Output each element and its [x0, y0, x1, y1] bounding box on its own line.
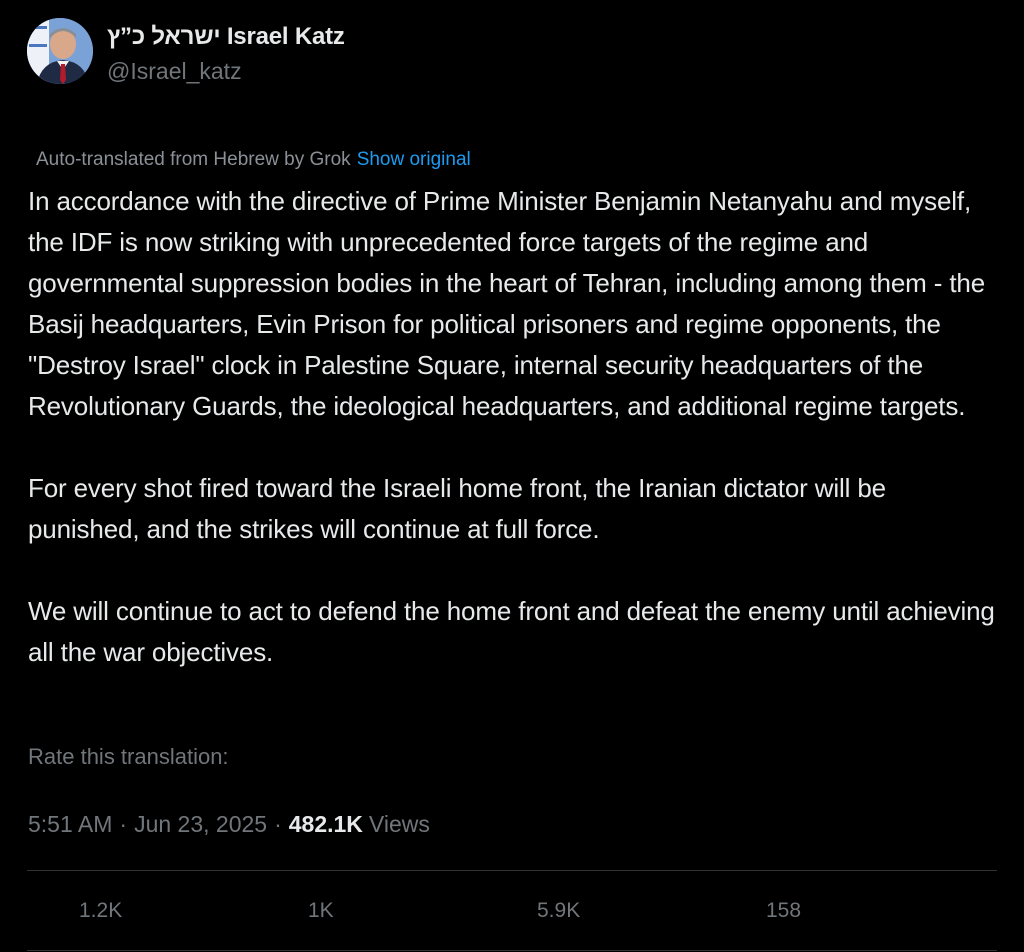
reply-count: 1.2K	[79, 898, 123, 922]
avatar-image	[27, 18, 93, 84]
tweet-date[interactable]: Jun 23, 2025	[134, 811, 267, 837]
translation-note-text: Auto-translated from Hebrew by Grok	[36, 149, 351, 170]
show-original-link[interactable]: Show original	[357, 149, 471, 170]
tweet-time[interactable]: 5:51 AM	[28, 811, 112, 837]
views-label: Views	[368, 811, 430, 837]
tweet-header: ישראל כ”ץ Israel Katz @Israel_katz	[27, 18, 345, 90]
tweet-paragraph: For every shot fired toward the Israeli …	[28, 473, 886, 544]
repost-count: 1K	[308, 898, 334, 922]
like-count: 5.9K	[537, 898, 581, 922]
author-info: ישראל כ”ץ Israel Katz @Israel_katz	[107, 18, 345, 86]
bookmark-button[interactable]: 158	[766, 871, 801, 950]
tweet: ישראל כ”ץ Israel Katz @Israel_katz Auto-…	[0, 0, 1024, 952]
like-button[interactable]: 5.9K	[537, 871, 580, 950]
tweet-paragraph: In accordance with the directive of Prim…	[28, 186, 986, 421]
meta-separator: ·	[274, 811, 282, 837]
author-display-name[interactable]: ישראל כ”ץ Israel Katz	[107, 22, 345, 52]
tweet-paragraph: We will continue to act to defend the ho…	[28, 596, 995, 667]
tweet-actions: 1.2K 1K 5.9K 158	[27, 871, 997, 950]
tweet-meta: 5:51 AM · Jun 23, 2025 · 482.1K Views	[28, 808, 430, 840]
author-name-latin: Israel Katz	[226, 23, 345, 50]
views-count: 482.1K	[288, 811, 363, 837]
translation-note: Auto-translated from Hebrew by Grok Show …	[36, 147, 471, 173]
author-name-hebrew: ישראל כ”ץ	[107, 23, 221, 50]
author-handle[interactable]: @Israel_katz	[107, 56, 345, 86]
bookmark-count: 158	[766, 898, 802, 922]
reply-button[interactable]: 1.2K	[79, 871, 122, 950]
rate-translation-label: Rate this translation:	[28, 744, 229, 769]
tweet-text: In accordance with the directive of Prim…	[28, 181, 1003, 673]
avatar[interactable]	[27, 18, 93, 84]
repost-button[interactable]: 1K	[308, 871, 334, 950]
meta-separator: ·	[119, 811, 128, 837]
divider	[27, 950, 997, 951]
